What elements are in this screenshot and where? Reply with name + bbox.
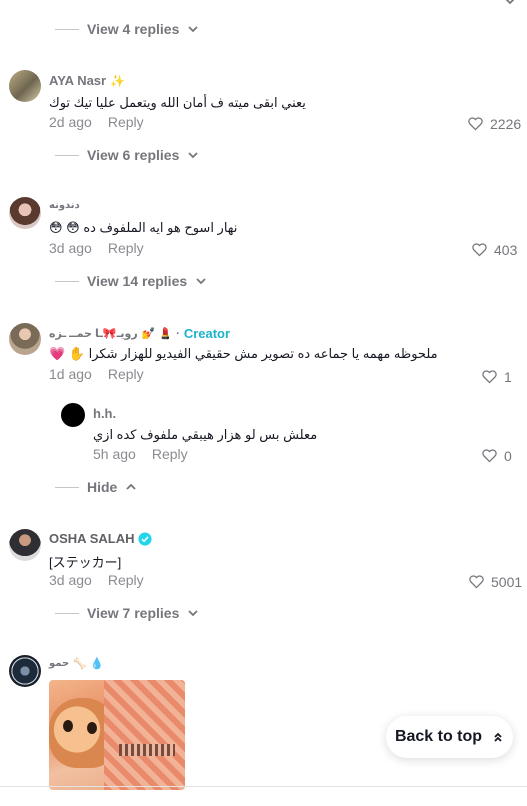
cat-eye-shape [87, 722, 97, 734]
reply-button[interactable]: Reply [152, 446, 188, 462]
comment-username[interactable]: h.h. [93, 406, 116, 421]
comment-username[interactable]: OSHA SALAH [49, 531, 153, 546]
verified-badge-icon [138, 531, 153, 546]
hide-label: Hide [87, 479, 118, 495]
view-replies-button[interactable]: View 7 replies [55, 605, 199, 621]
avatar[interactable] [61, 403, 85, 427]
comment-username[interactable]: دندونه [49, 200, 80, 211]
bone-drop-emoji-icon: 🦴 💧 [73, 658, 104, 670]
like-button[interactable]: 403 [471, 241, 517, 258]
comment-time: 3d ago [49, 240, 92, 256]
divider-line [55, 612, 79, 614]
comment-time: 1d ago [49, 366, 92, 382]
avatar[interactable] [9, 529, 41, 561]
comment-text: 😳 😳 نهار اسوح هو ايه الملفوف ده [49, 220, 238, 235]
like-button[interactable]: 5001 [468, 573, 522, 590]
chevron-down-icon [196, 278, 206, 285]
view-replies-button[interactable]: View 4 replies [55, 21, 199, 37]
chevron-down-icon [188, 26, 198, 33]
avatar[interactable] [9, 197, 41, 229]
comment-time: 3d ago [49, 572, 92, 588]
like-count: 5001 [491, 573, 523, 590]
back-to-top-button[interactable]: Back to top [386, 716, 513, 758]
face-emoji-icon: 😳 😳 [49, 220, 80, 235]
chevron-down-icon [188, 152, 198, 159]
comment-time: 2d ago [49, 114, 92, 130]
view-replies-button[interactable]: View 14 replies [55, 273, 207, 289]
bottom-divider [0, 786, 527, 787]
comment-text: [ステッカー] [49, 555, 122, 570]
like-count: 403 [494, 241, 518, 258]
like-count: 2226 [490, 115, 522, 132]
view-replies-label: View 4 replies [87, 21, 180, 37]
avatar[interactable] [9, 70, 41, 102]
like-count: 1 [504, 368, 512, 385]
heart-icon [482, 449, 497, 463]
blanket-shape [104, 680, 185, 790]
nail-polish-emoji-icon: 💅 💄 [141, 328, 173, 340]
comment-text: يعني ابقى ميته ف أمان الله ويتعمل عليا ت… [49, 95, 306, 110]
like-button[interactable]: 0 [481, 447, 512, 464]
sticker-image[interactable] [49, 680, 185, 790]
heart-icon [482, 370, 497, 384]
reply-button[interactable]: Reply [108, 366, 144, 382]
comment-username[interactable]: حمو 🦴 💧 [49, 657, 104, 670]
reply-button[interactable]: Reply [108, 240, 144, 256]
heart-hand-emoji-icon: 💗 ✋ [49, 346, 85, 361]
divider-line [55, 28, 79, 30]
chevron-up-icon [126, 483, 136, 490]
blur-bar [119, 744, 175, 756]
heart-icon [468, 117, 483, 131]
avatar[interactable] [9, 323, 41, 355]
divider-line [55, 486, 79, 488]
comment-username[interactable]: رويـ🎀ـا حمــ ـزه 💅 💄 · Creator [49, 326, 230, 341]
heart-icon [472, 243, 487, 257]
avatar[interactable] [9, 655, 41, 687]
divider-line [55, 154, 79, 156]
divider-line [55, 280, 79, 282]
double-chevron-up-icon [494, 732, 502, 742]
cat-eye-shape [63, 720, 73, 732]
reply-button[interactable]: Reply [108, 572, 144, 588]
view-replies-label: View 7 replies [87, 605, 180, 621]
view-replies-button[interactable]: View 6 replies [55, 147, 199, 163]
comment-text: معلش بس لو هزار هيبقي ملفوف كده ازي [93, 427, 318, 442]
like-button[interactable]: 1 [481, 368, 512, 385]
view-replies-label: View 14 replies [87, 273, 188, 289]
view-replies-label: View 6 replies [87, 147, 180, 163]
comment-username[interactable]: AYA Nasr ✨ [49, 73, 125, 88]
like-button[interactable]: 2226 [467, 115, 521, 132]
back-to-top-label: Back to top [394, 728, 483, 745]
chevron-up-icon[interactable] [504, 0, 516, 6]
comment-time: 5h ago [93, 446, 136, 462]
reply-button[interactable]: Reply [108, 114, 144, 130]
chevron-down-icon [188, 610, 198, 617]
creator-badge: Creator [183, 326, 231, 341]
like-count: 0 [504, 447, 512, 464]
heart-icon [469, 575, 484, 589]
comment-text: 💗 ✋ ملحوظه مهمه يا جماعه ده تصوير مش حقي… [49, 346, 438, 361]
hide-replies-button[interactable]: Hide [55, 479, 137, 495]
sparkle-emoji-icon: ✨ [110, 73, 126, 88]
